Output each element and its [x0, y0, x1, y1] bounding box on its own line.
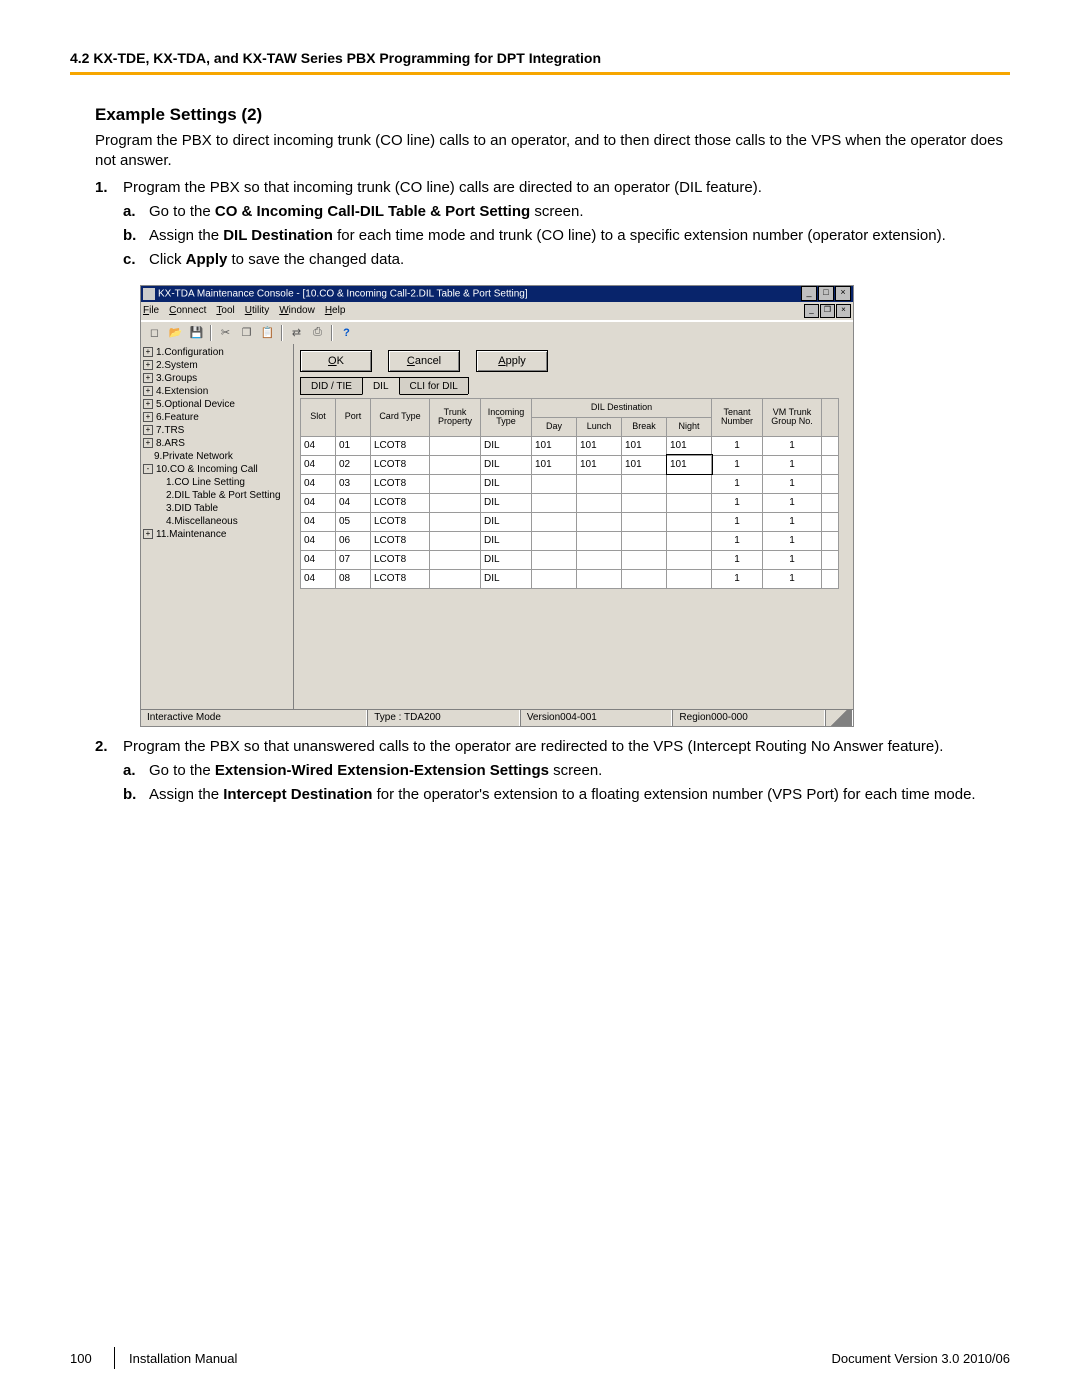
toolbar: ◻ 📂 💾 ✂ ❐ 📋 ⇄ ⎙ ?	[141, 321, 853, 345]
tree-item[interactable]: 3.DID Table	[143, 502, 293, 515]
dil-table[interactable]: Slot Port Card Type Trunk Property Incom…	[300, 398, 839, 589]
sub-marker-c: c.	[123, 250, 149, 270]
tree-pane[interactable]: +1.Configuration+2.System+3.Groups+4.Ext…	[141, 344, 294, 710]
footer-docver: Document Version 3.0 2010/06	[831, 1351, 1010, 1366]
step1-text: Program the PBX so that incoming trunk (…	[123, 179, 762, 196]
tree-item[interactable]: +11.Maintenance	[143, 528, 293, 541]
footer-manual: Installation Manual	[129, 1351, 831, 1366]
close-button[interactable]: ×	[835, 286, 851, 301]
save-icon[interactable]: 💾	[187, 323, 206, 342]
tree-item[interactable]: +3.Groups	[143, 372, 293, 385]
tab-cli-for-dil[interactable]: CLI for DIL	[399, 377, 469, 394]
page-header: 4.2 KX-TDE, KX-TDA, and KX-TAW Series PB…	[70, 50, 1010, 66]
tree-item[interactable]: 2.DIL Table & Port Setting	[143, 489, 293, 502]
table-row[interactable]: 0408LCOT8DIL 11	[301, 569, 839, 588]
tree-item[interactable]: 1.CO Line Setting	[143, 476, 293, 489]
menu-tool[interactable]: Tool	[216, 305, 234, 316]
s1b-post: for each time mode and trunk (CO line) t…	[333, 227, 946, 244]
section-title: Example Settings (2)	[95, 105, 1010, 125]
resize-grip[interactable]	[825, 710, 853, 726]
cancel-button[interactable]: Cancel	[388, 350, 460, 372]
tree-item[interactable]: +5.Optional Device	[143, 398, 293, 411]
s1a-post: screen.	[530, 203, 583, 220]
open-icon[interactable]: 📂	[166, 323, 185, 342]
tree-item[interactable]: +8.ARS	[143, 437, 293, 450]
menu-utility[interactable]: Utility	[245, 305, 269, 316]
new-icon[interactable]: ◻	[145, 323, 164, 342]
apply-button[interactable]: Apply	[476, 350, 548, 372]
step2-text: Program the PBX so that unanswered calls…	[123, 738, 943, 755]
menu-file[interactable]: FFileile	[143, 305, 159, 316]
table-row[interactable]: 0401LCOT8DIL 101101101 101 11	[301, 436, 839, 455]
tree-item[interactable]: -10.CO & Incoming Call	[143, 463, 293, 476]
tree-item[interactable]: +4.Extension	[143, 385, 293, 398]
tree-item[interactable]: +1.Configuration	[143, 346, 293, 359]
titlebar-text: KX-TDA Maintenance Console - [10.CO & In…	[158, 288, 528, 299]
sub2-a: a.	[123, 761, 149, 781]
menubar: FFileile Connect Tool Utility Window Hel…	[141, 302, 853, 321]
app-icon	[143, 288, 155, 300]
sub-marker-b: b.	[123, 226, 149, 246]
s1c-post: to save the changed data.	[227, 251, 404, 268]
connect-icon[interactable]: ⇄	[287, 323, 306, 342]
cut-icon[interactable]: ✂	[216, 323, 235, 342]
menu-connect[interactable]: Connect	[169, 305, 206, 316]
s1b-bold: DIL Destination	[223, 227, 333, 244]
s2b-bold: Intercept Destination	[223, 786, 372, 803]
table-row[interactable]: 0404LCOT8DIL 11	[301, 493, 839, 512]
step-marker-2: 2.	[95, 737, 123, 810]
s1c-pre: Click	[149, 251, 186, 268]
mdi-close[interactable]: ×	[836, 304, 851, 318]
menu-help[interactable]: Help	[325, 305, 346, 316]
s2b-pre: Assign the	[149, 786, 223, 803]
mdi-restore[interactable]: ❐	[820, 304, 835, 318]
status-type: Type : TDA200	[367, 710, 520, 726]
print-icon[interactable]: ⎙	[308, 323, 327, 342]
maximize-button[interactable]: □	[818, 286, 834, 301]
s2b-post: for the operator's extension to a floati…	[372, 786, 975, 803]
s2a-bold: Extension-Wired Extension-Extension Sett…	[215, 762, 549, 779]
ok-button[interactable]: OK	[300, 350, 372, 372]
tree-item[interactable]: 9.Private Network	[143, 450, 293, 463]
table-row[interactable]: 0407LCOT8DIL 11	[301, 550, 839, 569]
s1a-pre: Go to the	[149, 203, 215, 220]
s1a-bold: CO & Incoming Call-DIL Table & Port Sett…	[215, 203, 530, 220]
table-row[interactable]: 0402LCOT8DIL 101101101 101 11	[301, 455, 839, 474]
header-rule	[70, 72, 1010, 75]
help-icon[interactable]: ?	[337, 323, 356, 342]
s1c-bold: Apply	[186, 251, 228, 268]
s2a-pre: Go to the	[149, 762, 215, 779]
mdi-minimize[interactable]: _	[804, 304, 819, 318]
table-row[interactable]: 0403LCOT8DIL 11	[301, 474, 839, 493]
paste-icon[interactable]: 📋	[258, 323, 277, 342]
tree-item[interactable]: +2.System	[143, 359, 293, 372]
s2a-post: screen.	[549, 762, 602, 779]
statusbar: Interactive Mode Type : TDA200 Version00…	[141, 709, 853, 726]
tab-dil[interactable]: DIL	[362, 377, 400, 395]
tree-item[interactable]: +6.Feature	[143, 411, 293, 424]
titlebar[interactable]: KX-TDA Maintenance Console - [10.CO & In…	[141, 286, 853, 302]
status-mode: Interactive Mode	[141, 710, 367, 726]
step-marker-1: 1.	[95, 178, 123, 275]
menu-window[interactable]: Window	[279, 305, 315, 316]
table-row[interactable]: 0405LCOT8DIL 11	[301, 512, 839, 531]
status-version: Version004-001	[520, 710, 673, 726]
copy-icon[interactable]: ❐	[237, 323, 256, 342]
page-number: 100	[70, 1351, 100, 1366]
table-row[interactable]: 0406LCOT8DIL 11	[301, 531, 839, 550]
app-screenshot: KX-TDA Maintenance Console - [10.CO & In…	[140, 285, 854, 727]
minimize-button[interactable]: _	[801, 286, 817, 301]
tab-did-tie[interactable]: DID / TIE	[300, 377, 363, 394]
intro-text: Program the PBX to direct incoming trunk…	[95, 131, 1010, 172]
status-region: Region000-000	[672, 710, 825, 726]
sub2-b: b.	[123, 785, 149, 805]
tree-item[interactable]: +7.TRS	[143, 424, 293, 437]
s1b-pre: Assign the	[149, 227, 223, 244]
tree-item[interactable]: 4.Miscellaneous	[143, 515, 293, 528]
sub-marker-a: a.	[123, 202, 149, 222]
